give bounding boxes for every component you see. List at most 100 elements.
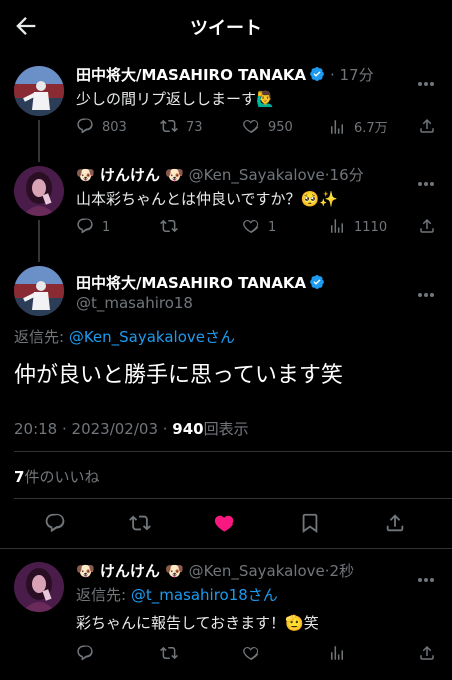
handle[interactable]: @t_masahiro18 [76,294,193,312]
share-icon [420,645,434,660]
share-button[interactable] [418,117,436,137]
retweet-button[interactable]: 73 [160,117,203,137]
tweet-emoji: 🙋‍♂️ [256,90,275,108]
verified-badge-icon [310,67,325,81]
tweet-emoji: 🫡 [285,614,304,632]
reply-button[interactable] [76,644,94,664]
page-title: ツイート [190,18,262,39]
more-options-icon[interactable] [418,567,438,582]
timestamp[interactable]: 2秒 [330,562,355,580]
reply-icon [77,118,93,134]
handle[interactable]: @Ken_Sayakalove [189,562,325,580]
display-name[interactable]: 🐶 けんけん 🐶 [76,166,184,184]
share-button[interactable] [418,217,436,237]
more-options-icon[interactable] [418,282,438,297]
share-icon [386,514,404,532]
tweet-header: 田中将大/MASAHIRO TANAKA · 17分 [76,64,374,85]
top-bar: ツイート [0,0,452,52]
heart-filled-icon [214,515,234,532]
bookmark-icon [302,513,318,533]
retweet-icon [129,515,151,531]
divider [14,498,452,499]
likes-count: 7 [14,468,25,486]
like-button[interactable] [242,644,260,664]
views-chart-icon [331,219,343,233]
avatar-tanaka[interactable] [14,66,64,116]
share-button[interactable] [384,512,406,532]
reply-suffix: さん [205,328,236,346]
display-name[interactable]: 🐶 けんけん 🐶 [76,562,184,580]
more-options-icon[interactable] [418,71,438,86]
like-button-active[interactable] [214,512,236,532]
views-count: 1110 [354,220,388,235]
reply-button[interactable] [44,512,66,532]
share-icon [420,118,434,133]
tweet-text: 少しの間リプ返ししまーす🙋‍♂️ [76,88,275,109]
action-bar: 803 73 950 6.7万 [76,117,438,137]
avatar-kenken[interactable] [14,562,64,612]
avatar-tanaka[interactable] [14,266,64,316]
views-button[interactable]: 6.7万 [328,117,388,137]
tweet-text: 彩ちゃんに報告しておきます！🫡笑 [76,612,319,633]
main-tweet-text: 仲が良いと勝手に思っています笑 [14,363,343,388]
like-button[interactable]: 1 [242,217,276,237]
tweet-text-body: 少しの間リプ返ししまーす [76,90,257,108]
thread-line [38,220,40,262]
tweet-text-body: 彩ちゃんに報告しておきます！ [76,614,286,632]
handle[interactable]: @Ken_Sayakalove [189,166,325,184]
display-name[interactable]: 田中将大/MASAHIRO TANAKA [76,66,306,84]
retweet-button[interactable] [160,217,178,237]
timestamp[interactable]: 20:18 · 2023/02/03 · [14,420,172,438]
verified-badge-icon [310,275,325,289]
views-button[interactable]: 1110 [328,217,387,237]
action-bar [76,644,438,664]
author-name-row: 田中将大/MASAHIRO TANAKA [76,272,325,293]
retweet-icon [160,119,178,133]
tweet-header: 🐶 けんけん 🐶 @Ken_Sayakalove·2秒 [76,560,354,581]
thread-line [38,120,40,162]
likes-summary[interactable]: 7件のいいね [14,466,99,487]
reply-icon [77,645,93,661]
heart-icon [243,120,259,134]
timestamp[interactable]: 17分 [340,66,374,84]
reply-suffix: さん [247,586,278,604]
timestamp-row: 20:18 · 2023/02/03 · 940回表示 [14,418,249,439]
retweet-icon [160,219,178,233]
like-count: 1 [268,220,277,235]
views-chart-icon [331,646,343,660]
reply-to-link[interactable]: @t_masahiro18 [131,586,248,604]
reply-prefix: 返信先: [76,586,131,604]
action-bar: 1 1 1110 [76,217,438,237]
reply-icon [77,218,93,234]
heart-icon [243,220,259,234]
reply-button[interactable]: 1 [76,217,110,237]
retweet-button[interactable] [160,644,178,664]
views-button[interactable] [328,644,346,664]
retweet-icon [160,646,178,660]
retweet-button[interactable] [129,512,151,532]
likes-label: 件のいいね [24,468,100,486]
display-name[interactable]: 田中将大/MASAHIRO TANAKA [76,274,306,292]
reply-count: 803 [102,120,127,135]
reply-to-link[interactable]: @Ken_Sayakalove [69,328,205,346]
like-button[interactable]: 950 [242,117,293,137]
views-chart-icon [331,120,343,134]
retweet-count: 73 [186,120,203,135]
tweet-text: 山本彩ちゃんとは仲良いですか？🥺✨ [76,188,338,209]
like-count: 950 [268,120,293,135]
views-count: 6.7万 [354,121,388,136]
reply-count: 1 [102,220,111,235]
reply-prefix: 返信先: [14,328,69,346]
tweet-text-body: 山本彩ちゃんとは仲良いですか？ [76,190,301,208]
bookmark-button[interactable] [299,512,321,533]
replying-to: 返信先: @Ken_Sayakaloveさん [14,326,235,347]
reply-button[interactable]: 803 [76,117,127,137]
heart-icon [243,647,259,661]
focused-action-bar [44,512,414,536]
avatar-kenken[interactable] [14,166,64,216]
divider [0,548,452,549]
more-options-icon[interactable] [418,171,438,186]
share-button[interactable] [418,644,436,664]
timestamp[interactable]: 16分 [330,166,364,184]
views-count: 940 [172,420,204,438]
